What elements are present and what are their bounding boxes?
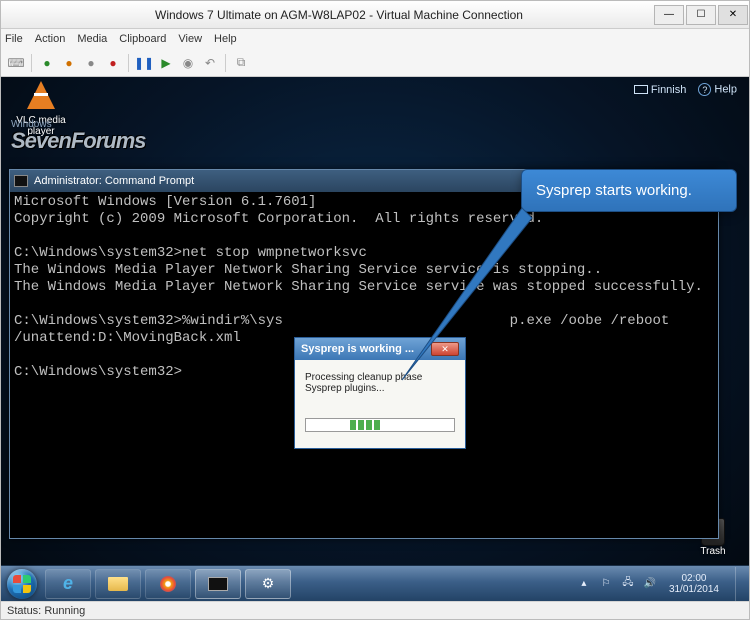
vm-menubar: File Action Media Clipboard View Help — [1, 29, 749, 49]
save-icon[interactable]: ● — [104, 54, 122, 72]
system-tray: ▴ ⚐ 🖧 🔊 02:00 31/01/2014 — [573, 567, 749, 601]
tray-volume-icon[interactable]: 🔊 — [643, 577, 657, 591]
vm-titlebar[interactable]: Windows 7 Ultimate on AGM-W8LAP02 - Virt… — [1, 1, 749, 29]
menu-clipboard[interactable]: Clipboard — [119, 33, 166, 45]
menu-action[interactable]: Action — [35, 33, 66, 45]
status-label: Status: — [7, 605, 41, 617]
tray-network-icon[interactable]: 🖧 — [621, 577, 635, 591]
annotation-callout: Sysprep starts working. — [521, 169, 737, 212]
vm-toolbar: ⌨ ● ● ● ● ❚❚ ▶ ◉ ↶ ⧉ — [1, 49, 749, 77]
sysprep-dialog[interactable]: Sysprep is working ... ✕ Processing clea… — [294, 337, 466, 449]
cmd-icon — [14, 175, 28, 187]
callout-text: Sysprep starts working. — [536, 182, 692, 199]
menu-file[interactable]: File — [5, 33, 23, 45]
turnoff-icon[interactable]: ● — [60, 54, 78, 72]
maximize-button[interactable]: ☐ — [686, 5, 716, 25]
menu-view[interactable]: View — [178, 33, 202, 45]
start-orb-icon — [7, 569, 37, 599]
vlc-cone-icon — [27, 81, 55, 109]
tray-clock[interactable]: 02:00 31/01/2014 — [669, 573, 719, 595]
menu-help[interactable]: Help — [214, 33, 237, 45]
sysprep-task-icon: ⚙ — [262, 575, 275, 592]
tray-time: 02:00 — [669, 573, 719, 584]
tray-flag-icon[interactable]: ⚐ — [599, 577, 613, 591]
sysprep-title: Sysprep is working ... — [301, 343, 431, 355]
minimize-button[interactable]: — — [654, 5, 684, 25]
share-icon[interactable]: ⧉ — [232, 54, 250, 72]
sevenforums-big-text: SevenForums — [11, 130, 146, 152]
sysprep-message: Processing cleanup phase Sysprep plugins… — [305, 372, 455, 394]
checkpoint-icon[interactable]: ◉ — [179, 54, 197, 72]
cmd-task-icon — [208, 577, 228, 591]
taskbar-sysprep[interactable]: ⚙ — [245, 569, 291, 599]
shutdown-icon[interactable]: ● — [82, 54, 100, 72]
pause-icon[interactable]: ❚❚ — [135, 54, 153, 72]
vm-connection-window: Windows 7 Ultimate on AGM-W8LAP02 - Virt… — [0, 0, 750, 620]
wmp-icon — [160, 576, 176, 592]
vm-window-title: Windows 7 Ultimate on AGM-W8LAP02 - Virt… — [25, 8, 653, 22]
show-desktop-button[interactable] — [735, 567, 745, 601]
ie-icon: e — [63, 573, 73, 594]
taskbar-explorer[interactable] — [95, 569, 141, 599]
help-icon: ? — [698, 83, 711, 96]
trash-label: Trash — [683, 546, 743, 557]
revert-icon[interactable]: ↶ — [201, 54, 219, 72]
taskbar-cmd[interactable] — [195, 569, 241, 599]
tray-up-icon[interactable]: ▴ — [577, 577, 591, 591]
taskbar-wmp[interactable] — [145, 569, 191, 599]
folder-icon — [108, 577, 128, 591]
menu-media[interactable]: Media — [77, 33, 107, 45]
status-value: Running — [44, 605, 85, 617]
ctrl-alt-del-icon[interactable]: ⌨ — [7, 54, 25, 72]
reset-icon[interactable]: ▶ — [157, 54, 175, 72]
sysprep-close-button[interactable]: ✕ — [431, 342, 459, 356]
sysprep-titlebar[interactable]: Sysprep is working ... ✕ — [295, 338, 465, 360]
sevenforums-logo: Windows SevenForums — [11, 119, 146, 152]
desktop-top-links: Finnish ?Help — [634, 83, 737, 96]
windows-taskbar[interactable]: e ⚙ ▴ ⚐ 🖧 🔊 02:00 31/01/2014 — [1, 565, 749, 601]
start-button[interactable] — [1, 567, 43, 601]
vm-status-bar: Status: Running — [1, 601, 749, 619]
tray-date: 31/01/2014 — [669, 584, 719, 595]
close-button[interactable]: ✕ — [718, 5, 748, 25]
sysprep-body: Processing cleanup phase Sysprep plugins… — [295, 360, 465, 448]
sysprep-progress-bar — [305, 418, 455, 432]
start-icon[interactable]: ● — [38, 54, 56, 72]
language-link[interactable]: Finnish — [634, 84, 686, 96]
help-link[interactable]: ?Help — [698, 83, 737, 96]
taskbar-ie[interactable]: e — [45, 569, 91, 599]
guest-desktop[interactable]: Finnish ?Help VLC media player Trash Win… — [1, 77, 749, 601]
keyboard-icon — [634, 85, 648, 94]
